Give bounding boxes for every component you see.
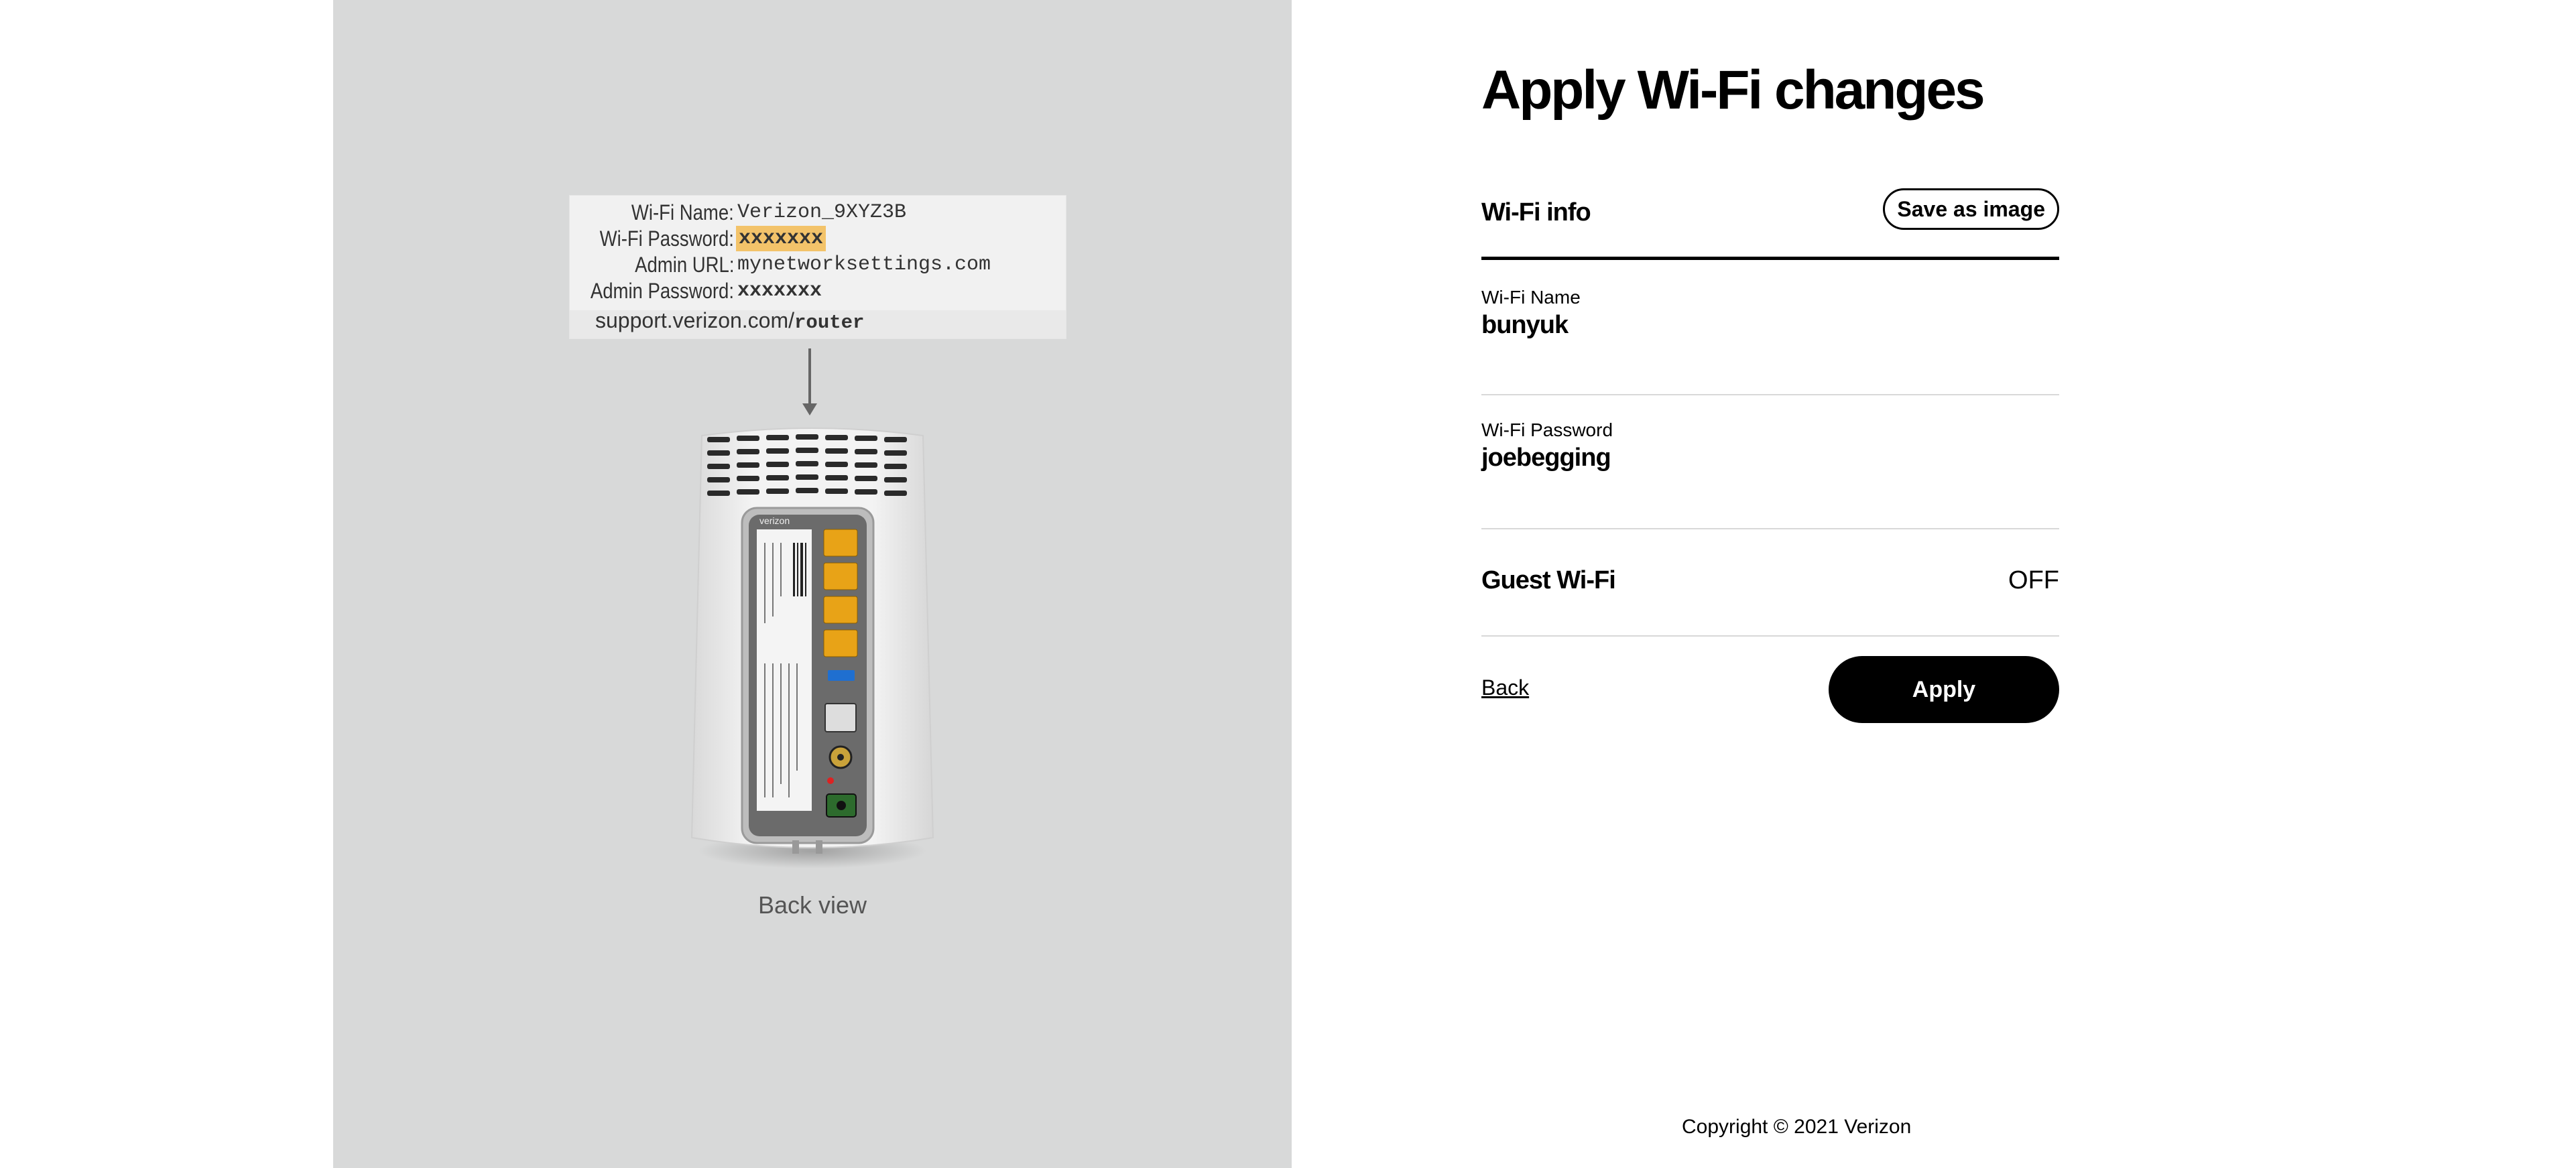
guest-wifi-label: Guest Wi-Fi [1481,566,1616,594]
illustration-panel: Wi-Fi Name: Verizon_9XYZ3B Wi-Fi Passwor… [333,0,1292,1168]
label-row-wifi-name: Wi-Fi Name: Verizon_9XYZ3B [570,200,1066,225]
router-back-view-image: verizon [690,428,934,868]
page-title: Apply Wi-Fi changes [1481,60,1985,121]
label-value: xxxxxxx [737,279,822,302]
label-row-admin-url: Admin URL: mynetworksettings.com [570,252,1066,277]
wifi-name-value: bunyuk [1481,311,1569,339]
down-arrow-icon [802,348,817,415]
label-row-admin-password: Admin Password: xxxxxxx [570,278,1066,304]
label-value: Verizon_9XYZ3B [737,201,907,224]
back-link[interactable]: Back [1481,675,1529,700]
label-key: Admin Password: [590,279,734,303]
label-value: mynetworksettings.com [737,253,991,276]
wifi-info-section-header: Wi-Fi info Save as image [1481,180,2059,260]
copyright-text: Copyright © 2021 Verizon [1682,1116,1912,1138]
wifi-name-label: Wi-Fi Name [1481,287,1581,308]
save-as-image-button[interactable]: Save as image [1883,188,2059,230]
apply-button[interactable]: Apply [1829,656,2059,723]
section-title: Wi-Fi info [1481,198,1591,226]
label-key: Wi-Fi Password: [599,226,734,251]
wifi-password-label: Wi-Fi Password [1481,419,1613,440]
label-row-wifi-password: Wi-Fi Password: xxxxxxx [570,226,1066,251]
wifi-password-value: joebegging [1481,444,1611,472]
wifi-name-field: Wi-Fi Name bunyuk [1481,261,2059,395]
illustration-caption: Back view [757,891,867,919]
label-key: Wi-Fi Name: [631,200,734,224]
label-key: Admin URL: [634,253,734,277]
label-value-highlighted: xxxxxxx [736,226,826,251]
guest-wifi-status: OFF [2008,566,2059,594]
guest-wifi-row: Guest Wi-Fi OFF [1481,529,2059,637]
wifi-password-field: Wi-Fi Password joebegging [1481,395,2059,529]
device-brand-text: verizon [759,515,790,526]
label-support-url: support.verizon.com/router [595,308,865,334]
router-label-callout: Wi-Fi Name: Verizon_9XYZ3B Wi-Fi Passwor… [570,196,1066,338]
